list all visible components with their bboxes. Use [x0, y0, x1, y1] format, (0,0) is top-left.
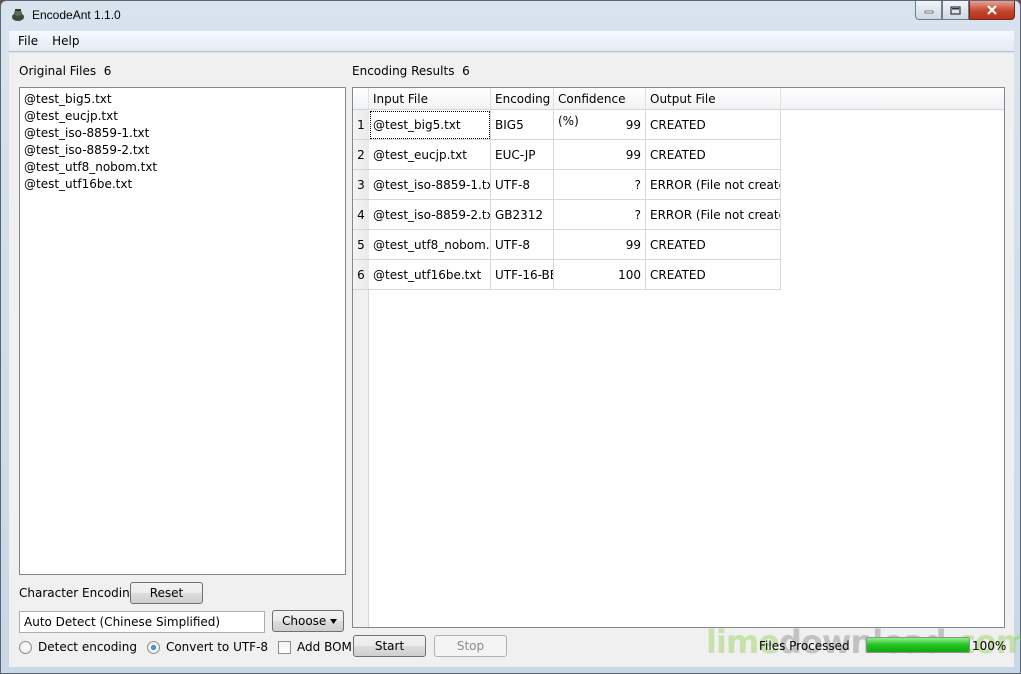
stop-button[interactable]: Stop	[434, 635, 507, 657]
ant-icon	[12, 9, 24, 21]
cell-encoding[interactable]: GB2312	[491, 200, 554, 230]
cell-output-file[interactable]: CREATED	[646, 260, 781, 290]
minimize-icon	[924, 10, 933, 14]
column-header-confidence[interactable]: Confidence (%)	[554, 88, 646, 128]
menu-help[interactable]: Help	[45, 34, 86, 48]
original-files-heading: Original Files 6	[19, 64, 111, 78]
column-header-encoding[interactable]: Encoding	[491, 88, 554, 110]
file-list-item[interactable]: @test_utf8_nobom.txt	[24, 159, 341, 176]
character-encoding-label: Character Encoding	[19, 586, 138, 600]
original-files-label: Original Files	[19, 64, 97, 78]
chevron-down-icon	[330, 619, 337, 624]
cell-input-file[interactable]: @test_utf16be.txt	[369, 260, 491, 290]
cell-output-file[interactable]: ERROR (File not created)	[646, 200, 781, 230]
close-button[interactable]	[969, 1, 1015, 20]
cell-encoding[interactable]: UTF-16-BE	[491, 260, 554, 290]
cell-input-file[interactable]: @test_utf8_nobom.txt	[369, 230, 491, 260]
convert-utf8-label[interactable]: Convert to UTF-8	[166, 640, 268, 654]
menu-file[interactable]: File	[11, 34, 45, 48]
cell-confidence[interactable]: 99	[554, 110, 646, 140]
results-table[interactable]: Input File Encoding Confidence (%) Outpu…	[352, 87, 1005, 628]
maximize-button[interactable]	[942, 1, 969, 20]
column-header-input-file[interactable]: Input File	[369, 88, 491, 110]
cell-confidence[interactable]: ?	[554, 200, 646, 230]
cell-input-file[interactable]: @test_iso-8859-2.txt	[369, 200, 491, 230]
row-number[interactable]: 1	[353, 110, 369, 140]
row-number[interactable]: 3	[353, 170, 369, 200]
cell-encoding[interactable]: EUC-JP	[491, 140, 554, 170]
progress-fill	[867, 638, 969, 652]
row-number[interactable]: 2	[353, 140, 369, 170]
minimize-button[interactable]	[915, 1, 942, 20]
app-window: EncodeAnt 1.1.0 File Help Original Files…	[0, 0, 1021, 674]
file-list-item[interactable]: @test_eucjp.txt	[24, 108, 341, 125]
cell-output-file[interactable]: CREATED	[646, 110, 781, 140]
cell-output-file[interactable]: CREATED	[646, 230, 781, 260]
detect-encoding-label[interactable]: Detect encoding	[38, 640, 137, 654]
corner-cell	[353, 88, 369, 110]
start-button[interactable]: Start	[353, 635, 426, 657]
add-bom-label[interactable]: Add BOM	[297, 640, 352, 654]
original-files-list[interactable]: @test_big5.txt @test_eucjp.txt @test_iso…	[19, 87, 346, 575]
cell-encoding[interactable]: BIG5	[491, 110, 554, 140]
row-number[interactable]: 6	[353, 260, 369, 290]
cell-confidence[interactable]: 100	[554, 260, 646, 290]
choose-label: Choose	[282, 614, 327, 628]
encoding-field[interactable]: Auto Detect (Chinese Simplified)	[19, 611, 265, 633]
cell-confidence[interactable]: 99	[554, 230, 646, 260]
cell-input-file[interactable]: @test_big5.txt	[369, 110, 491, 140]
window-title: EncodeAnt 1.1.0	[32, 8, 121, 22]
column-header-output-file[interactable]: Output File	[646, 88, 781, 110]
choose-button[interactable]: Choose	[272, 610, 344, 632]
client-area: Original Files 6 @test_big5.txt @test_eu…	[9, 53, 1021, 667]
progress-bar	[866, 637, 970, 653]
encoding-results-label: Encoding Results	[352, 64, 455, 78]
mode-options: Detect encoding Convert to UTF-8 Add BOM	[19, 640, 352, 654]
cell-encoding[interactable]: UTF-8	[491, 230, 554, 260]
file-list-item[interactable]: @test_utf16be.txt	[24, 176, 341, 193]
cell-confidence[interactable]: ?	[554, 170, 646, 200]
original-files-count: 6	[103, 64, 112, 78]
row-number[interactable]: 5	[353, 230, 369, 260]
progress-percent: 100%	[972, 639, 1007, 653]
maximize-icon	[950, 5, 961, 15]
file-list-item[interactable]: @test_big5.txt	[24, 91, 341, 108]
row-number[interactable]: 4	[353, 200, 369, 230]
file-list-item[interactable]: @test_iso-8859-1.txt	[24, 125, 341, 142]
encoding-results-heading: Encoding Results 6	[352, 64, 470, 78]
cell-output-file[interactable]: CREATED	[646, 140, 781, 170]
encoding-results-count: 6	[462, 64, 470, 78]
convert-utf8-radio[interactable]	[146, 640, 160, 654]
cell-input-file[interactable]: @test_eucjp.txt	[369, 140, 491, 170]
table-header: Input File Encoding Confidence (%) Outpu…	[353, 88, 1004, 128]
close-icon	[987, 5, 997, 15]
files-processed-label: Files Processed	[759, 639, 850, 653]
menu-bar: File Help	[9, 31, 1014, 52]
file-list-item[interactable]: @test_iso-8859-2.txt	[24, 142, 341, 159]
cell-confidence[interactable]: 99	[554, 140, 646, 170]
reset-button[interactable]: Reset	[130, 582, 203, 604]
title-bar[interactable]: EncodeAnt 1.1.0	[1, 1, 1020, 31]
add-bom-checkbox[interactable]	[278, 640, 292, 654]
detect-encoding-radio[interactable]	[19, 640, 32, 654]
cell-output-file[interactable]: ERROR (File not created)	[646, 170, 781, 200]
cell-encoding[interactable]: UTF-8	[491, 170, 554, 200]
cell-input-file[interactable]: @test_iso-8859-1.txt	[369, 170, 491, 200]
